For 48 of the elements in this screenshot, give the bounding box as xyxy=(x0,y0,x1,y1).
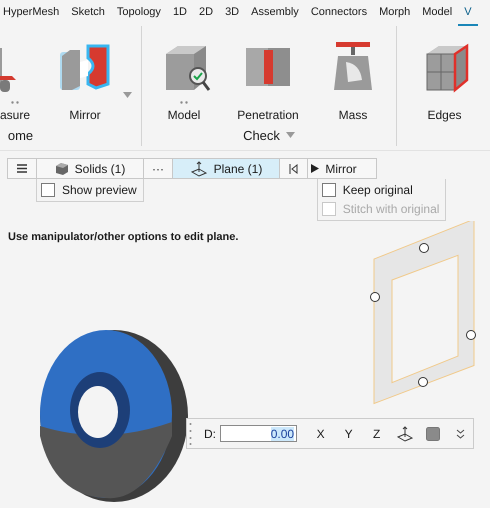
menu-tab[interactable]: Model xyxy=(416,0,458,26)
dropdown-caret-icon[interactable] xyxy=(123,92,132,98)
checkbox-option[interactable]: Keep original xyxy=(322,183,440,197)
more-button[interactable]: ··· xyxy=(143,158,173,179)
menu-tab[interactable]: HyperMesh xyxy=(0,0,66,26)
skip-back-icon xyxy=(289,164,298,174)
more-options-icon[interactable] xyxy=(180,100,188,104)
menu-tab[interactable]: Assembly xyxy=(245,0,305,26)
checkbox[interactable] xyxy=(41,183,55,197)
menu-tab[interactable]: Connectors xyxy=(304,0,374,26)
axis-button[interactable]: X xyxy=(308,422,333,444)
menu-tab[interactable]: V xyxy=(458,0,478,26)
double-chevron-icon xyxy=(456,428,466,438)
ribbon-button-label[interactable]: Mirror xyxy=(69,108,101,122)
ribbon-button-label[interactable]: asure xyxy=(0,108,30,122)
mirror-button[interactable]: Mirror xyxy=(307,158,377,179)
checkbox-option[interactable]: Show preview xyxy=(41,183,137,197)
plane-axes-icon xyxy=(396,426,414,442)
menu-tab[interactable]: 3D xyxy=(219,0,246,26)
solid-icon xyxy=(54,162,69,176)
axis-button[interactable]: Y xyxy=(336,422,361,444)
distance-field[interactable]: 0.00 xyxy=(220,425,298,442)
group-label: Check xyxy=(243,128,280,142)
menu-tab[interactable]: 1D xyxy=(166,0,193,26)
axis-button[interactable]: Z xyxy=(364,422,389,444)
instruction-text: Use manipulator/other options to edit plane. xyxy=(8,231,238,243)
menu-button[interactable] xyxy=(7,158,37,179)
dropdown-caret-icon[interactable] xyxy=(286,132,295,138)
checkbox[interactable] xyxy=(322,183,336,197)
grip-icon[interactable] xyxy=(189,422,192,446)
menu-icon xyxy=(17,164,27,173)
solids-selector[interactable]: Solids (1) xyxy=(36,158,144,179)
color-swatch-icon xyxy=(426,426,440,440)
plane-axes-icon xyxy=(190,160,208,176)
menu-tab[interactable]: Topology xyxy=(110,0,167,26)
plane-selector[interactable]: Plane (1) xyxy=(172,158,280,179)
play-icon xyxy=(311,164,320,173)
ribbon-button-label[interactable]: Model xyxy=(168,108,200,122)
ribbon-button-label[interactable]: Penetration xyxy=(237,108,299,122)
reset-button[interactable] xyxy=(279,158,308,179)
menu-tab[interactable]: 2D xyxy=(193,0,220,26)
distance-label: D: xyxy=(204,426,216,440)
group-label: ome xyxy=(8,128,34,142)
menu-tab[interactable]: Sketch xyxy=(65,0,111,26)
ribbon-button-label[interactable]: Edges xyxy=(427,108,462,122)
ribbon-button-label[interactable]: Mass xyxy=(338,108,368,122)
menu-tab[interactable]: Morph xyxy=(373,0,416,26)
more-options-icon[interactable] xyxy=(11,100,19,104)
